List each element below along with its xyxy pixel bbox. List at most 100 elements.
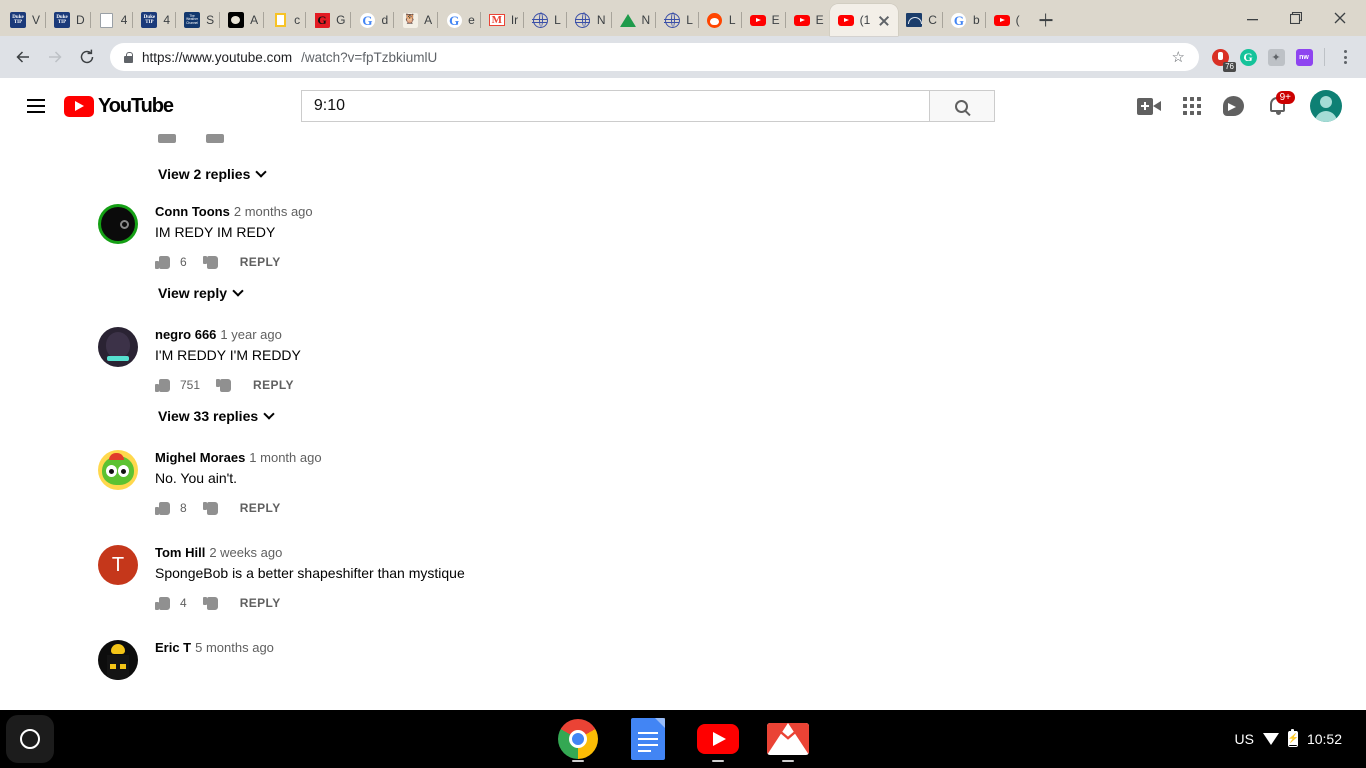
active-tab[interactable]: (1 — [829, 4, 899, 36]
browser-tab[interactable]: E — [740, 4, 786, 36]
comment-author[interactable]: Eric T — [155, 640, 191, 655]
system-status-area[interactable]: US 10:52 — [1219, 719, 1359, 759]
view-replies-button-top[interactable]: View 2 replies — [98, 166, 1366, 182]
browser-tab[interactable]: A — [219, 4, 264, 36]
reply-button[interactable]: REPLY — [253, 378, 294, 392]
comment-author[interactable]: Conn Toons — [155, 204, 230, 219]
view-replies-button[interactable]: View reply — [98, 285, 1366, 301]
browser-tab[interactable]: N — [565, 4, 612, 36]
close-window-button[interactable] — [1318, 2, 1362, 34]
thumbs-up-icon[interactable] — [158, 134, 176, 143]
bookmark-star-icon[interactable]: ☆ — [1172, 48, 1185, 66]
view-replies-button[interactable]: View 33 replies — [98, 408, 1366, 424]
browser-tab[interactable]: ( — [984, 4, 1026, 36]
like-count: 8 — [180, 501, 187, 515]
apps-grid-icon[interactable] — [1183, 97, 1201, 115]
tom-hill-avatar[interactable]: T — [98, 545, 138, 585]
browser-tab[interactable]: E — [784, 4, 830, 36]
browser-tab[interactable]: c — [263, 4, 306, 36]
close-icon[interactable] — [876, 12, 892, 28]
comment-text: I'M REDDY I'M REDDY — [155, 347, 301, 363]
comment-timestamp[interactable]: 2 months ago — [234, 204, 313, 219]
browser-tab[interactable]: M Ir — [479, 4, 524, 36]
browser-tab[interactable]: Ge — [437, 4, 481, 36]
thumbs-down-icon[interactable] — [203, 254, 220, 271]
browser-tab[interactable]: N — [610, 4, 657, 36]
browser-tab[interactable]: L — [697, 4, 742, 36]
nw-glyph: nw — [1295, 48, 1313, 66]
comment-timestamp[interactable]: 2 weeks ago — [209, 545, 282, 560]
reply-button[interactable]: REPLY — [240, 255, 281, 269]
reply-button[interactable]: REPLY — [240, 596, 281, 610]
comment-header: negro 666 1 year ago — [155, 327, 1366, 342]
accessibility-extension-icon[interactable]: ✦ — [1263, 44, 1289, 70]
new-tab-button[interactable] — [1032, 6, 1060, 34]
reload-button[interactable] — [72, 42, 102, 72]
reply-button[interactable]: REPLY — [240, 501, 281, 515]
comment-timestamp[interactable]: 1 year ago — [220, 327, 281, 342]
maximize-button[interactable] — [1274, 2, 1318, 34]
chrome-app[interactable] — [555, 713, 601, 765]
comment-actions: 4 REPLY — [155, 592, 1366, 614]
comment-timestamp[interactable]: 5 months ago — [195, 640, 274, 655]
tab-label: E — [771, 13, 780, 27]
gmail-app[interactable] — [765, 713, 811, 765]
thumbs-up-icon[interactable] — [155, 500, 172, 517]
browser-tab[interactable]: The Weather Channel S — [175, 4, 220, 36]
browser-tab[interactable]: L — [523, 4, 567, 36]
hamburger-menu-icon[interactable] — [24, 94, 48, 118]
search-input[interactable]: 9:10 — [300, 90, 929, 122]
comment-author[interactable]: Tom Hill — [155, 545, 205, 560]
thumbs-up-icon[interactable] — [155, 595, 172, 612]
comment-author[interactable]: negro 666 — [155, 327, 216, 342]
minimize-button[interactable] — [1230, 2, 1274, 34]
account-avatar[interactable] — [1310, 90, 1342, 122]
tab-label: Ir — [510, 13, 519, 27]
view-replies-label: View reply — [158, 285, 228, 301]
thumbs-up-icon[interactable] — [155, 254, 172, 271]
thumbs-down-icon[interactable] — [216, 377, 233, 394]
window-controls — [1230, 0, 1366, 36]
search-button[interactable] — [928, 90, 995, 122]
comment-timestamp[interactable]: 1 month ago — [249, 450, 321, 465]
thumbs-down-icon[interactable] — [203, 500, 220, 517]
address-bar[interactable]: https://www.youtube.com/watch?v=fpTzbkiu… — [110, 43, 1199, 71]
browser-tab[interactable]: Duke TIP D — [45, 4, 91, 36]
thumbs-down-icon[interactable] — [203, 595, 220, 612]
youtube-icon — [697, 724, 739, 754]
forward-button[interactable] — [40, 42, 70, 72]
negro-666-avatar[interactable] — [98, 327, 138, 367]
tab-label: L — [686, 13, 693, 27]
browser-tab[interactable]: 4 — [89, 4, 134, 36]
mighel-moraes-avatar[interactable] — [98, 450, 138, 490]
thumbs-down-icon[interactable] — [206, 134, 224, 143]
browser-tab[interactable]: C — [898, 4, 943, 36]
nw-extension-icon[interactable]: nw — [1291, 44, 1317, 70]
back-button[interactable] — [8, 42, 38, 72]
browser-tab[interactable]: Gb — [941, 4, 986, 36]
conn-toons-avatar[interactable] — [98, 204, 138, 244]
launcher-button[interactable] — [6, 715, 54, 763]
thumbs-up-icon[interactable] — [155, 377, 172, 394]
chrome-menu-button[interactable] — [1332, 44, 1358, 70]
browser-tab[interactable]: GG — [305, 4, 351, 36]
messages-icon[interactable] — [1223, 96, 1244, 116]
space-photo-icon — [228, 12, 245, 28]
youtube-app[interactable] — [695, 713, 741, 765]
grammarly-glyph: G — [1239, 48, 1257, 66]
comment-author[interactable]: Mighel Moraes — [155, 450, 245, 465]
google-docs-app[interactable] — [625, 713, 671, 765]
browser-tab[interactable]: 🦉 A — [393, 4, 438, 36]
browser-tab[interactable]: L — [655, 4, 699, 36]
comment-text: No. You ain't. — [155, 470, 238, 486]
browser-tab[interactable]: Duke TIP V — [2, 4, 46, 36]
search-icon — [955, 99, 969, 113]
extension-red-icon[interactable]: 76 — [1207, 44, 1236, 72]
grammarly-extension-icon[interactable]: G — [1235, 44, 1261, 70]
youtube-logo[interactable]: YouTube — [64, 95, 174, 118]
eric-t-avatar[interactable] — [98, 640, 138, 680]
browser-tab[interactable]: Gd — [350, 4, 394, 36]
create-video-icon[interactable] — [1137, 97, 1161, 115]
browser-tab[interactable]: Duke TIP 4 — [132, 4, 176, 36]
notifications-bell-icon[interactable]: 9+ — [1266, 91, 1295, 117]
